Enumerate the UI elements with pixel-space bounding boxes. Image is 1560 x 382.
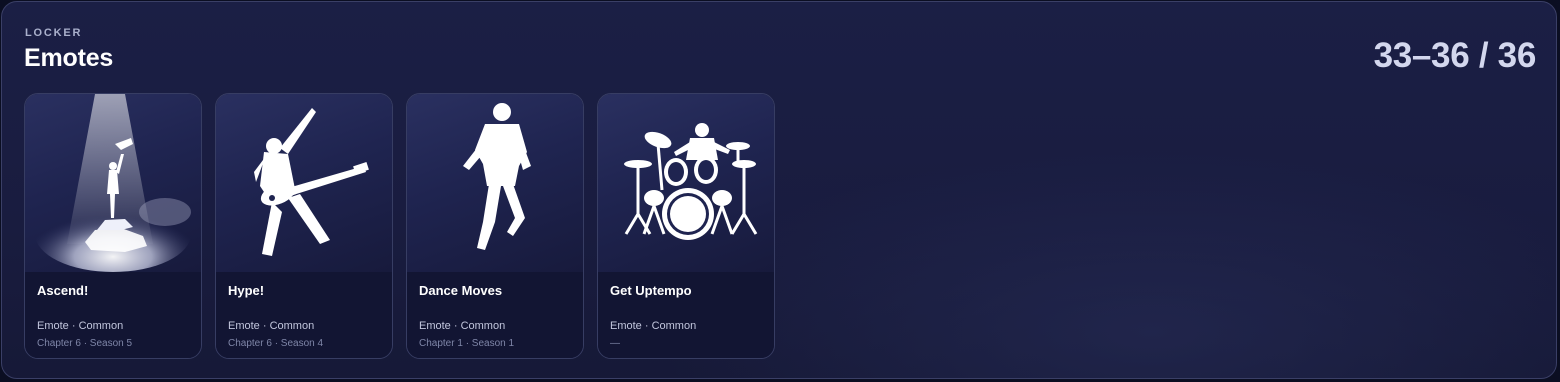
emote-season: Chapter 6 · Season 5 xyxy=(37,338,133,349)
emote-name: Dance Moves xyxy=(419,283,503,298)
emote-season: — xyxy=(610,338,620,349)
guitar-player-silhouette-icon xyxy=(254,108,369,256)
emote-card-hype[interactable]: Hype! Emote · Common Chapter 6 · Season … xyxy=(215,93,393,359)
emote-art xyxy=(25,94,201,272)
emote-meta: Emote · Common xyxy=(419,320,506,332)
emote-name: Ascend! xyxy=(37,283,89,298)
dancer-silhouette-icon xyxy=(463,103,531,250)
emote-name: Hype! xyxy=(228,283,265,298)
emote-meta: Emote · Common xyxy=(37,320,124,332)
emote-season: Chapter 6 · Season 4 xyxy=(228,338,324,349)
emote-grid: Ascend! Emote · Common Chapter 6 · Seaso… xyxy=(24,93,775,359)
emote-card-ascend[interactable]: Ascend! Emote · Common Chapter 6 · Seaso… xyxy=(24,93,202,359)
emote-season: Chapter 1 · Season 1 xyxy=(419,338,515,349)
ascend-silhouette-icon xyxy=(35,94,191,272)
emote-art xyxy=(216,94,392,272)
emote-art xyxy=(407,94,583,272)
item-counter: 33–36 / 36 xyxy=(1373,36,1537,75)
page-title: Emotes xyxy=(24,44,114,72)
emote-meta: Emote · Common xyxy=(228,320,315,332)
emotes-panel: LOCKER Emotes 33–36 / 36 Ascend! Emote ·… xyxy=(1,1,1557,379)
emote-meta: Emote · Common xyxy=(610,320,697,332)
emote-card-get-uptempo[interactable]: Get Uptempo Emote · Common — xyxy=(597,93,775,359)
emote-art xyxy=(598,94,774,272)
emote-card-dance-moves[interactable]: Dance Moves Emote · Common Chapter 1 · S… xyxy=(406,93,584,359)
drummer-silhouette-icon xyxy=(624,123,758,240)
emote-name: Get Uptempo xyxy=(610,283,692,298)
section-kicker: LOCKER xyxy=(25,27,83,39)
